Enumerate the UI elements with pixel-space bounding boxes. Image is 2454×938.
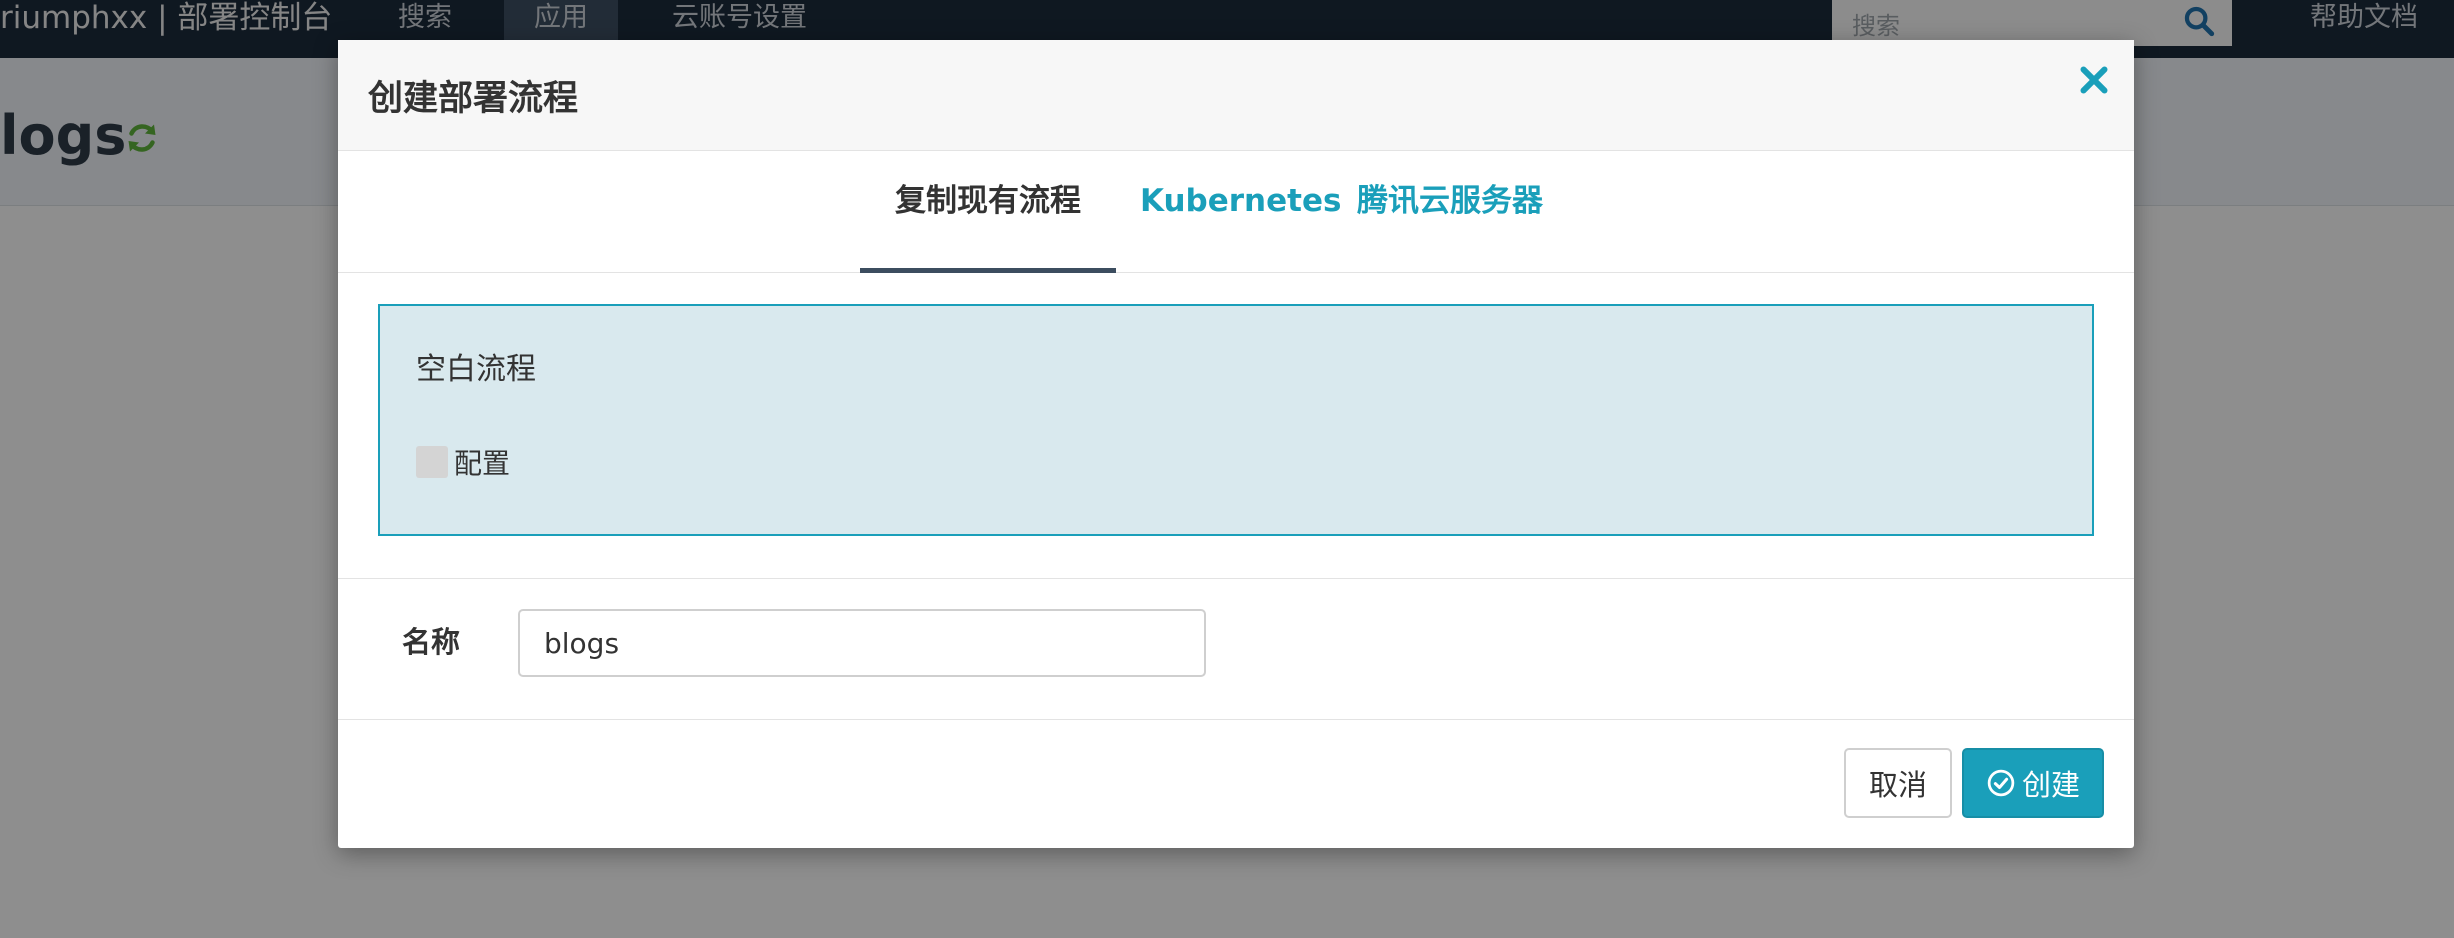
cancel-label: 取消	[1868, 768, 1927, 802]
dialog-header: 创建部署流程	[338, 40, 2134, 151]
stage-label: 配置	[454, 447, 511, 480]
create-label: 创建	[2021, 768, 2080, 802]
name-form-row: 名称	[338, 578, 2134, 720]
check-circle-icon	[1987, 769, 2015, 797]
flow-stage: 配置	[416, 446, 510, 480]
tab-copy-existing[interactable]: 复制现有流程	[860, 151, 1116, 273]
stage-marker	[416, 446, 448, 478]
create-pipeline-dialog: 创建部署流程 复制现有流程 Kubernetes 腾讯云服务器 空白流程 配置 …	[338, 40, 2134, 848]
cancel-button[interactable]: 取消	[1844, 748, 1952, 818]
create-button[interactable]: 创建	[1962, 748, 2104, 818]
tab-tencent-cloud-server[interactable]: 腾讯云服务器	[1342, 151, 1558, 273]
template-tabs: 复制现有流程 Kubernetes 腾讯云服务器	[338, 151, 2134, 273]
name-field[interactable]	[518, 609, 1206, 677]
name-label: 名称	[402, 625, 461, 659]
dialog-title: 创建部署流程	[368, 79, 579, 119]
flow-name: 空白流程	[416, 352, 536, 387]
blank-flow-card[interactable]: 空白流程 配置	[378, 304, 2094, 536]
tab-kubernetes[interactable]: Kubernetes	[1140, 151, 1341, 273]
close-icon[interactable]	[2076, 62, 2112, 98]
